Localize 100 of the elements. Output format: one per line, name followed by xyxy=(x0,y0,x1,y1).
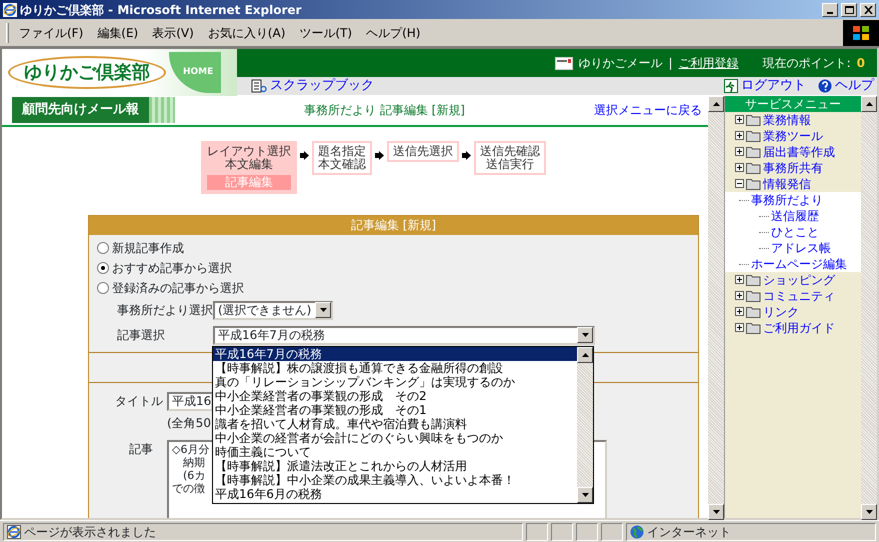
register-link[interactable]: ご利用登録 xyxy=(678,54,739,72)
site-logo[interactable]: ゆりかご倶楽部 xyxy=(8,56,166,89)
down-arrow-icon[interactable] xyxy=(712,510,720,514)
sidebar-item[interactable]: 業務情報 xyxy=(763,110,811,129)
dropdown-option[interactable]: 【時事解説】派遣法改正とこれからの人材活用 xyxy=(213,458,577,473)
dropdown-option[interactable]: 真の「リレーションシップバンキング」は実現するのか xyxy=(213,374,577,389)
dropdown-option[interactable]: 【時事解説】株の譲渡損も通算できる金融所得の創設 xyxy=(213,360,577,375)
maximize-icon[interactable] xyxy=(844,6,854,14)
dropdown-option[interactable]: 平成16年6月の税務 xyxy=(213,486,577,501)
plus-box-icon[interactable] xyxy=(735,307,744,316)
field-label: 事務所だより選択 xyxy=(117,302,213,320)
dropdown-option[interactable]: 中小企業経営者の事業観の形成 その1 xyxy=(213,402,577,417)
field-label: 記事選択 xyxy=(117,327,166,344)
scrollbar[interactable] xyxy=(861,96,877,520)
minus-box-icon[interactable] xyxy=(735,179,744,188)
sidebar-subitem[interactable]: ひとこと xyxy=(771,222,819,241)
step-box: 送信先確認 送信実行 xyxy=(474,140,546,175)
sidebar-item[interactable]: リンク xyxy=(763,302,799,321)
status-pane xyxy=(526,522,548,540)
sidebar-item[interactable]: 事務所共有 xyxy=(763,158,823,177)
menu-item[interactable]: お気に入り(A) xyxy=(200,24,292,42)
menu-item[interactable]: ファイル(F) xyxy=(12,24,90,42)
dropdown-option[interactable]: 中小企業経営者の事業観の形成 その2 xyxy=(213,388,577,403)
select-field[interactable]: 平成16年7月の税務 xyxy=(213,326,595,345)
caret-icon[interactable] xyxy=(320,308,327,312)
mail-icon xyxy=(554,56,573,70)
dropdown-option[interactable]: 【時事解説】中小企業の成果主義導入、いよいよ本番！ xyxy=(213,472,577,487)
dropdown-option[interactable]: 平成16年7月の税務 xyxy=(213,346,577,361)
back-link[interactable]: 選択メニューに戻る xyxy=(594,101,708,120)
field-note: (全角50 xyxy=(167,414,212,432)
select-field[interactable]: (選択できません) xyxy=(213,300,334,320)
radio-label: 新規記事作成 xyxy=(112,240,184,257)
sidebar-subitem[interactable]: 送信履歴 xyxy=(771,206,819,225)
plus-box-icon[interactable] xyxy=(735,323,744,332)
radio-label: おすすめ記事から選択 xyxy=(112,260,232,277)
plus-box-icon[interactable] xyxy=(735,115,744,124)
sidebar-item[interactable]: 届出書等作成 xyxy=(763,142,835,161)
title-field[interactable]: 平成16 xyxy=(167,392,213,411)
help-link[interactable]: ヘルプ xyxy=(835,76,874,96)
logout-link[interactable]: ログアウト xyxy=(741,76,806,96)
sidebar-subitem[interactable]: ホームページ編集 xyxy=(751,254,847,273)
section-tag: 顧問先向けメール報 xyxy=(12,97,149,123)
dropdown-option[interactable]: 中小企業の経営者が会計にどのぐらい興味をもつのか xyxy=(213,430,577,445)
up-arrow-icon[interactable] xyxy=(866,102,872,106)
sidebar-item[interactable]: コミュニティ xyxy=(763,286,835,305)
up-arrow-icon[interactable] xyxy=(712,102,720,106)
points-label: 現在のポイント: xyxy=(762,55,851,72)
stripes-decoration xyxy=(149,97,175,123)
page-icon xyxy=(7,524,21,538)
field-label: タイトル xyxy=(115,392,164,410)
text-line: での徴 xyxy=(172,482,205,495)
menu-item[interactable]: ヘルプ(H) xyxy=(359,24,428,42)
arrow-icon xyxy=(300,150,309,160)
status-text: ページが表示されました xyxy=(24,524,156,540)
status-pane xyxy=(551,522,573,540)
text-line: ◇6月分 xyxy=(172,442,210,456)
step-box: 題名指定 本文確認 xyxy=(312,140,372,175)
field-label: 記事 xyxy=(129,440,154,458)
radio-button[interactable] xyxy=(97,262,109,274)
dropdown-option[interactable]: 識者を招いて人材育成。車代や宿泊費も講演料 xyxy=(213,416,577,431)
radio-label: 登録済みの記事から選択 xyxy=(112,280,244,297)
plus-box-icon[interactable] xyxy=(735,147,744,156)
help-icon xyxy=(818,79,832,93)
windows-logo-icon xyxy=(853,26,869,40)
browser-icon xyxy=(3,2,17,16)
sidebar-title: サービスメニュー xyxy=(725,96,861,112)
radio-button[interactable] xyxy=(97,282,109,294)
dropdown-option[interactable]: 時価主義について xyxy=(213,444,577,459)
sidebar-subitem[interactable]: 事務所だより xyxy=(751,190,823,209)
plus-box-icon[interactable] xyxy=(735,291,744,300)
scrollbar[interactable] xyxy=(577,346,593,503)
sidebar-subitem[interactable]: アドレス帳 xyxy=(771,238,831,257)
radio-button[interactable] xyxy=(97,242,109,254)
plus-box-icon[interactable] xyxy=(735,275,744,284)
close-icon[interactable] xyxy=(864,6,872,14)
zone-text: インターネット xyxy=(647,524,731,540)
down-arrow-icon[interactable] xyxy=(582,492,588,497)
up-arrow-icon[interactable] xyxy=(582,352,588,357)
status-pane xyxy=(601,522,623,540)
menu-item[interactable]: 編集(E) xyxy=(90,24,146,42)
window-title: ゆりかご倶楽部 - Microsoft Internet Explorer xyxy=(20,2,302,18)
sidebar-item[interactable]: ショッピング xyxy=(763,270,835,289)
step-box: 送信先選択 xyxy=(387,140,459,162)
scrapbook-link[interactable]: スクラップブック xyxy=(270,76,374,96)
menu-item[interactable]: ツール(T) xyxy=(292,24,360,42)
plus-box-icon[interactable] xyxy=(735,163,744,172)
scrollbar[interactable] xyxy=(708,96,724,520)
sidebar-item[interactable]: ご利用ガイド xyxy=(763,318,835,337)
folder-icon xyxy=(746,289,761,302)
exit-icon xyxy=(724,79,738,93)
page-title: 事務所だより 記事編集 [新規] xyxy=(303,102,466,120)
caret-icon[interactable] xyxy=(582,333,588,338)
globe-icon xyxy=(630,524,644,538)
sidebar-item[interactable]: 業務ツール xyxy=(763,126,823,145)
down-arrow-icon[interactable] xyxy=(866,510,872,514)
mail-link[interactable]: ゆりかごメール xyxy=(578,54,663,72)
folder-icon xyxy=(746,129,761,142)
menu-item[interactable]: 表示(V) xyxy=(145,24,201,42)
sidebar-item[interactable]: 情報発信 xyxy=(763,174,811,193)
plus-box-icon[interactable] xyxy=(735,131,744,140)
